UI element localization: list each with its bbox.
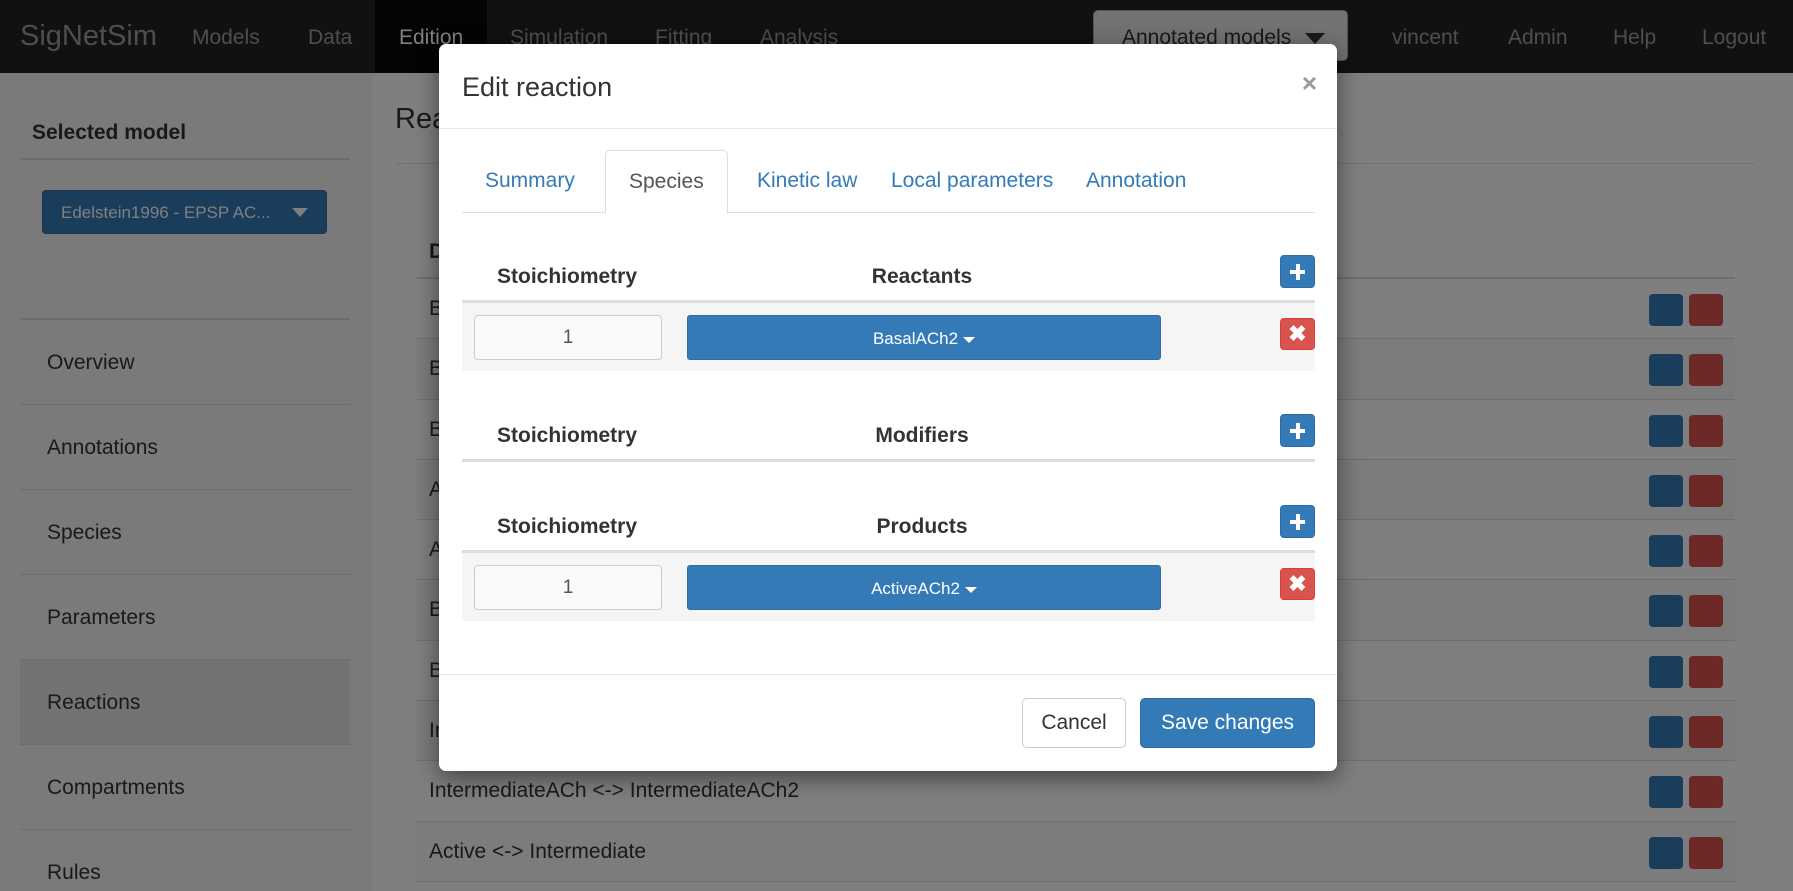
product-species-label: ActiveACh2 [871, 579, 960, 598]
tab-species[interactable]: Species [605, 150, 728, 214]
save-changes-button[interactable]: Save changes [1140, 698, 1315, 748]
modifiers-label: Modifiers [875, 424, 969, 447]
edit-reaction-modal: Edit reaction × Summary Species Kinetic … [439, 44, 1337, 771]
close-icon[interactable]: × [1302, 68, 1317, 99]
add-product-button[interactable] [1280, 505, 1315, 538]
products-header: Stoichiometry Products [462, 505, 1315, 553]
products-label: Products [876, 515, 968, 538]
add-modifier-button[interactable] [1280, 414, 1315, 447]
remove-reactant-button[interactable]: ✖ [1280, 318, 1315, 350]
product-stoichiometry-input[interactable]: 1 [474, 565, 662, 610]
remove-product-button[interactable]: ✖ [1280, 568, 1315, 600]
add-reactant-button[interactable] [1280, 255, 1315, 288]
modifiers-header: Stoichiometry Modifiers [462, 414, 1315, 462]
divider [439, 674, 1337, 675]
reactant-row: 1 BasalACh2 ✖ [462, 303, 1315, 371]
reactants-header: Stoichiometry Reactants [462, 255, 1315, 303]
caret-down-icon [964, 586, 977, 593]
modal-tabs: Summary Species Kinetic law Local parame… [462, 150, 1315, 214]
product-species-dropdown[interactable]: ActiveACh2 [687, 565, 1161, 610]
product-row: 1 ActiveACh2 ✖ [462, 553, 1315, 621]
reactants-label: Reactants [871, 265, 973, 288]
reactant-species-label: BasalACh2 [872, 329, 959, 348]
tab-local-parameters[interactable]: Local parameters [868, 150, 1076, 213]
tab-kinetic-law[interactable]: Kinetic law [734, 150, 880, 213]
divider [439, 128, 1337, 129]
cancel-button[interactable]: Cancel [1022, 698, 1126, 748]
divider [462, 459, 1315, 462]
reactant-species-dropdown[interactable]: BasalACh2 [687, 315, 1161, 360]
tab-annotation[interactable]: Annotation [1063, 150, 1209, 213]
modal-title: Edit reaction [462, 72, 613, 102]
caret-down-icon [963, 336, 976, 343]
reactant-stoichiometry-input[interactable]: 1 [474, 315, 662, 360]
tab-summary[interactable]: Summary [462, 150, 598, 213]
